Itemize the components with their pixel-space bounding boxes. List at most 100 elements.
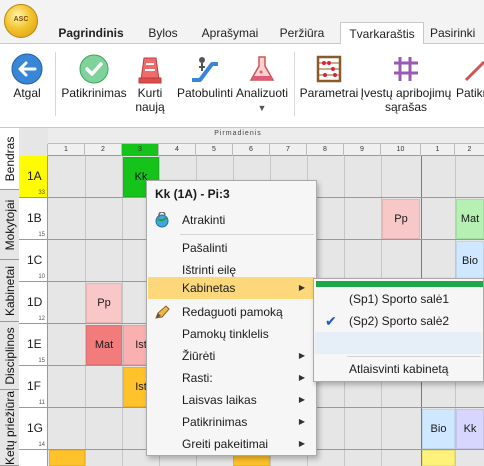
lesson-subject: Mat [460, 213, 480, 225]
check-tool-button[interactable]: Patikri [454, 44, 484, 122]
class-row-header-1a[interactable]: 1A 33 [19, 156, 48, 198]
class-row-header-1e[interactable]: 1E 15 [19, 324, 48, 366]
checkmark-badge-icon [79, 54, 109, 84]
lesson-cell[interactable]: Kk [456, 409, 484, 449]
menu-separator [347, 356, 481, 357]
parameters-button[interactable]: Parametrai [298, 44, 360, 122]
back-button[interactable]: Atgal [2, 44, 52, 122]
side-tab-disciplinos[interactable]: Disciplinos [0, 322, 19, 390]
class-row-header-1f[interactable]: 1F 11 [19, 366, 48, 408]
check-button[interactable]: Patikrinimas [60, 44, 128, 122]
constraints-label-line-2: sąrašas [384, 100, 428, 114]
tab-pasirinkimai[interactable]: Pasirinki [428, 22, 484, 44]
day-label: Pirmadienis [214, 130, 262, 137]
tab-tvarkarastis[interactable]: Tvarkaraštis [340, 22, 424, 45]
lesson-count: 14 [38, 442, 45, 448]
lesson-cell[interactable]: Pp [382, 199, 420, 239]
day-header: Pirmadienis [48, 128, 484, 144]
class-row-header-1g[interactable]: 1G 14 [19, 408, 48, 450]
submenu-arrow-icon: ▶ [298, 417, 305, 426]
menu-item-checks[interactable]: Patikrinimas ▶ [148, 411, 315, 433]
improve-button[interactable]: Patobulinti [174, 44, 236, 122]
class-row-header-1d[interactable]: 1D 12 [19, 282, 48, 324]
lesson-cell-partial[interactable] [422, 450, 455, 466]
menu-item-free-time[interactable]: Laisvas laikas ▶ [148, 389, 315, 411]
constraints-list-button[interactable]: Įvestų apribojimų sąrašas [360, 44, 452, 122]
menu-item-edit-lesson[interactable]: Redaguoti pamoką [148, 301, 315, 323]
menu-item-lesson-grid[interactable]: Pamokų tinklelis [148, 323, 315, 345]
menu-item-view[interactable]: Žiūrėti ▶ [148, 345, 315, 367]
menu-item-find[interactable]: Rasti: ▶ [148, 367, 315, 389]
submenu-item-room-sp1[interactable]: (Sp1) Sporto salė1 [315, 288, 482, 310]
class-name: 1E [27, 337, 42, 351]
lesson-subject: Mat [94, 339, 114, 351]
menu-item-label: Redaguoti pamoką [182, 305, 283, 319]
grid-hash-icon [394, 57, 418, 81]
create-new-button[interactable]: Kurti naują [128, 44, 172, 122]
period-number: 4 [159, 144, 196, 156]
menu-item-quick-changes[interactable]: Greiti pakeitimai ▶ [148, 433, 315, 455]
escalator-icon [192, 57, 218, 82]
checkmark-icon: ✔ [325, 313, 337, 329]
side-tab-kabinetai[interactable]: Kabinetai [0, 260, 19, 322]
abacus-icon [316, 55, 342, 83]
submenu-arrow-icon: ▶ [298, 373, 305, 382]
tab-aprasymai[interactable]: Aprašymai [196, 22, 264, 44]
submenu-arrow-icon: ▶ [298, 351, 305, 360]
lesson-subject: Bio [430, 423, 447, 435]
side-tab-bendras[interactable]: Bendras [0, 128, 19, 190]
grid-column-line [122, 156, 123, 466]
tab-bylos[interactable]: Bylos [138, 22, 188, 44]
flask-icon [249, 56, 275, 81]
side-tab-mokytojai[interactable]: Mokytojai [0, 190, 19, 260]
class-name: 1C [27, 253, 43, 267]
lesson-count: 10 [38, 274, 45, 280]
lesson-cell[interactable]: Mat [86, 325, 122, 365]
menu-item-unlock[interactable]: Atrakinti [148, 209, 315, 231]
period-number: 1 [421, 144, 455, 156]
class-name: 1A [27, 169, 42, 183]
class-name: 1D [27, 295, 43, 309]
menu-item-rooms[interactable]: Kabinetas ▶ [148, 277, 315, 299]
submenu-item-free-room[interactable]: Atlaisvinti kabinetą [315, 358, 482, 380]
class-row-header-partial[interactable] [19, 450, 48, 466]
submenu-item-room-sp2[interactable]: ✔ (Sp2) Sporto salė2 [315, 310, 482, 332]
menu-item-label: Patikrinimas [182, 415, 248, 429]
class-row-header-1b[interactable]: 1B 15 [19, 198, 48, 240]
lesson-cell[interactable]: Pp [86, 283, 122, 323]
period-number: 2 [467, 146, 472, 153]
period-number-row: 1 2 3 4 5 6 7 8 9 10 1 2 [19, 144, 484, 156]
app-logo-text: ASC [13, 16, 29, 23]
tab-pagrindinis[interactable]: Pagrindinis [54, 22, 128, 44]
tab-perziura[interactable]: Peržiūra [272, 22, 332, 44]
side-tab-prieziura[interactable]: Ketų priežiūra [0, 390, 19, 466]
submenu-arrow-icon: ▶ [298, 395, 305, 404]
lesson-count: 15 [38, 358, 45, 364]
period-number: 9 [344, 144, 381, 156]
class-name: 1B [27, 211, 42, 225]
analyze-label-text: Analizuoti [235, 86, 289, 100]
analyze-button[interactable]: Analizuoti ▼ [232, 44, 292, 122]
period-number: 8 [307, 144, 344, 156]
lesson-cell[interactable]: Bio [456, 241, 484, 281]
menu-item-label: Pamokų tinklelis [182, 327, 269, 341]
side-tab-strip: Bendras Mokytojai Kabinetai Disciplinos … [0, 128, 19, 466]
side-tab-prieziura-label: Ketų priežiūra [2, 390, 17, 465]
constraints-list-label: Įvestų apribojimų sąrašas [360, 86, 452, 114]
check-tool-label: Patikri [456, 86, 484, 100]
back-arrow-icon [11, 53, 43, 85]
submenu-arrow-icon: ▶ [298, 439, 305, 448]
submenu-item-empty[interactable] [315, 332, 482, 354]
app-menu-button[interactable]: ASC [4, 4, 38, 38]
menu-item-remove[interactable]: Pašalinti [148, 237, 315, 259]
lesson-subject: Bio [462, 255, 478, 267]
lesson-cell[interactable]: Mat [456, 199, 484, 239]
lesson-cell[interactable]: Bio [422, 409, 455, 449]
class-row-header-1c[interactable]: 1C 10 [19, 240, 48, 282]
lesson-count: 11 [38, 400, 45, 406]
menu-separator [180, 234, 314, 235]
lesson-cell-partial[interactable] [49, 450, 85, 466]
lesson-subject: Pp [394, 213, 408, 225]
lesson-count: 15 [38, 232, 45, 238]
ribbon-toolbar: Atgal Patikrinimas Kurti naują Patobulin… [0, 44, 484, 128]
